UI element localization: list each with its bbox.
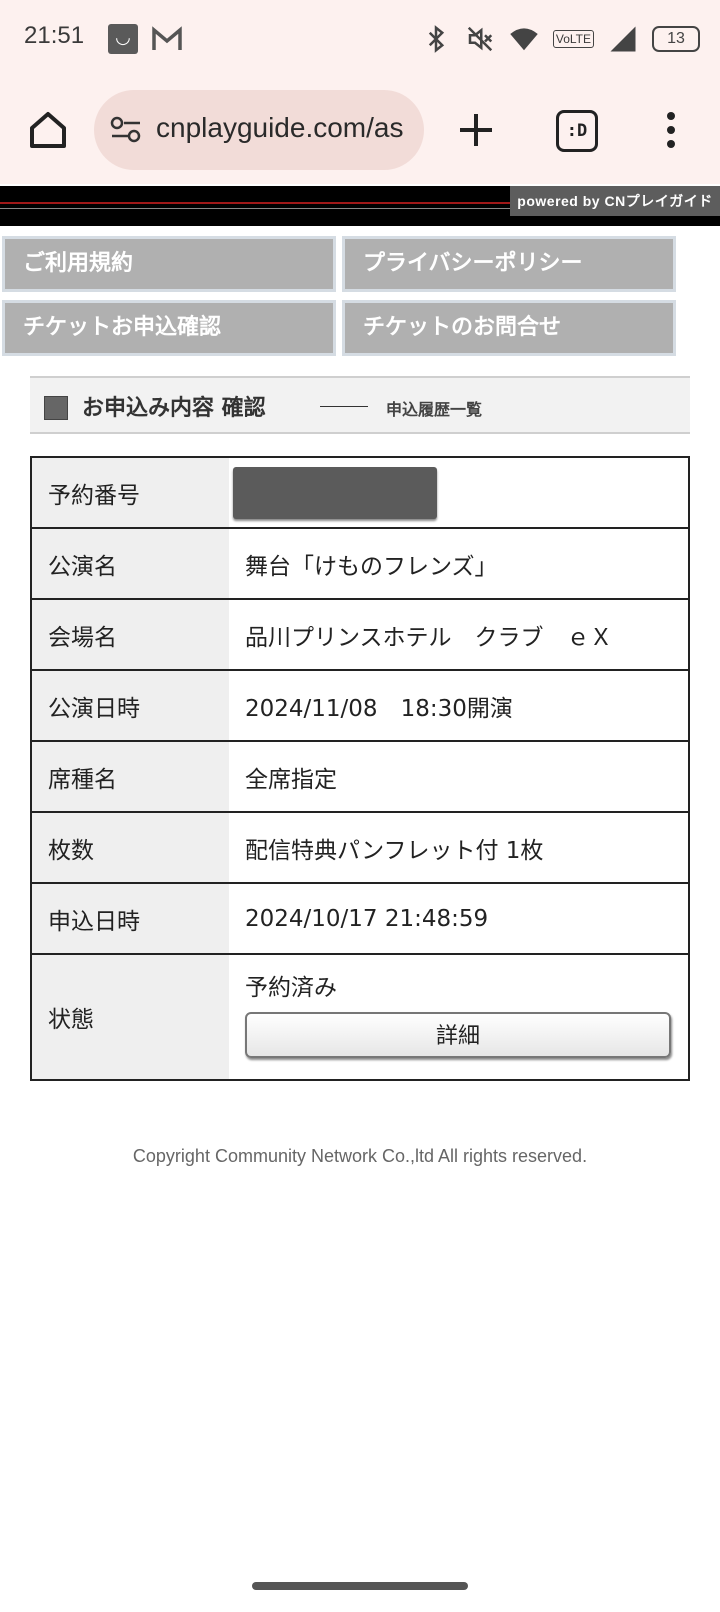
table-row: 席種名 全席指定 bbox=[30, 740, 690, 813]
app-notification-icon: ◡ bbox=[108, 24, 138, 54]
order-details-table: 予約番号 公演名 舞台「けものフレンズ」 会場名 品川プリンスホテル クラブ ｅ… bbox=[30, 456, 690, 1081]
status-cell: 予約済み 詳細 bbox=[229, 953, 690, 1081]
site-header-band: powered by CNプレイガイド bbox=[0, 186, 720, 226]
table-row: 予約番号 bbox=[30, 456, 690, 529]
signal-icon bbox=[610, 26, 636, 52]
header-gray-line bbox=[0, 208, 510, 209]
status-value: 予約済み bbox=[245, 975, 337, 1001]
browser-toolbar: cnplayguide.com/as :D bbox=[0, 78, 720, 184]
wifi-icon bbox=[510, 28, 538, 51]
url-text[interactable]: cnplayguide.com/as bbox=[156, 112, 403, 144]
nav-privacy-button[interactable]: プライバシーポリシー bbox=[342, 236, 676, 292]
row-value: 2024/10/17 21:48:59 bbox=[229, 882, 690, 955]
row-value: 舞台「けものフレンズ」 bbox=[229, 527, 690, 600]
bluetooth-icon bbox=[428, 25, 444, 53]
row-label: 状態 bbox=[30, 953, 229, 1081]
site-settings-icon[interactable] bbox=[110, 116, 142, 144]
heading-dash bbox=[320, 406, 368, 407]
row-label: 公演日時 bbox=[30, 669, 229, 742]
heading-square-icon bbox=[44, 396, 68, 420]
home-icon[interactable] bbox=[24, 106, 72, 154]
tab-switcher-button[interactable]: :D bbox=[556, 110, 598, 152]
more-menu-icon[interactable] bbox=[664, 108, 678, 152]
redacted-block bbox=[233, 466, 437, 519]
table-row: 申込日時 2024/10/17 21:48:59 bbox=[30, 882, 690, 955]
table-row: 公演名 舞台「けものフレンズ」 bbox=[30, 527, 690, 600]
status-icons: VoLTE 13 bbox=[421, 22, 700, 56]
row-label: 枚数 bbox=[30, 811, 229, 884]
volte-badge: VoLTE bbox=[552, 30, 594, 48]
nav-ticket-confirm-button[interactable]: チケットお申込確認 bbox=[2, 300, 336, 356]
section-heading: お申込み内容 確認 申込履歴一覧 bbox=[30, 376, 690, 434]
table-row: 会場名 品川プリンスホテル クラブ ｅＸ bbox=[30, 598, 690, 671]
gmail-icon bbox=[152, 26, 182, 50]
nav-ticket-inquiry-button[interactable]: チケットのお問合せ bbox=[342, 300, 676, 356]
address-bar[interactable]: cnplayguide.com/as bbox=[94, 90, 424, 170]
copyright-text: Copyright Community Network Co.,ltd All … bbox=[132, 1146, 588, 1166]
row-label: 予約番号 bbox=[30, 456, 229, 529]
section-title: お申込み内容 確認 bbox=[82, 396, 266, 421]
row-value: 全席指定 bbox=[229, 740, 690, 813]
nav-terms-button[interactable]: ご利用規約 bbox=[2, 236, 336, 292]
row-value: 2024/11/08 18:30開演 bbox=[229, 669, 690, 742]
row-label: 会場名 bbox=[30, 598, 229, 671]
row-value: 品川プリンスホテル クラブ ｅＸ bbox=[229, 598, 690, 671]
history-list-link[interactable]: 申込履歴一覧 bbox=[386, 396, 482, 420]
status-bar: 21:51 ◡ VoLTE 13 bbox=[0, 0, 720, 78]
details-button[interactable]: 詳細 bbox=[245, 1012, 671, 1058]
table-row: 枚数 配信特典パンフレット付 1枚 bbox=[30, 811, 690, 884]
row-value: 配信特典パンフレット付 1枚 bbox=[229, 811, 690, 884]
row-label: 申込日時 bbox=[30, 882, 229, 955]
powered-by-logo: powered by CNプレイガイド bbox=[510, 186, 720, 216]
header-red-line bbox=[0, 202, 510, 204]
gesture-home-bar[interactable] bbox=[252, 1582, 468, 1590]
row-label: 公演名 bbox=[30, 527, 229, 600]
status-time: 21:51 bbox=[24, 22, 85, 49]
table-row: 状態 予約済み 詳細 bbox=[30, 953, 690, 1081]
table-row: 公演日時 2024/11/08 18:30開演 bbox=[30, 669, 690, 742]
mute-icon bbox=[467, 26, 492, 52]
battery-indicator: 13 bbox=[652, 26, 700, 52]
row-label: 席種名 bbox=[30, 740, 229, 813]
new-tab-icon[interactable] bbox=[454, 108, 498, 152]
reservation-number-value bbox=[229, 456, 690, 529]
